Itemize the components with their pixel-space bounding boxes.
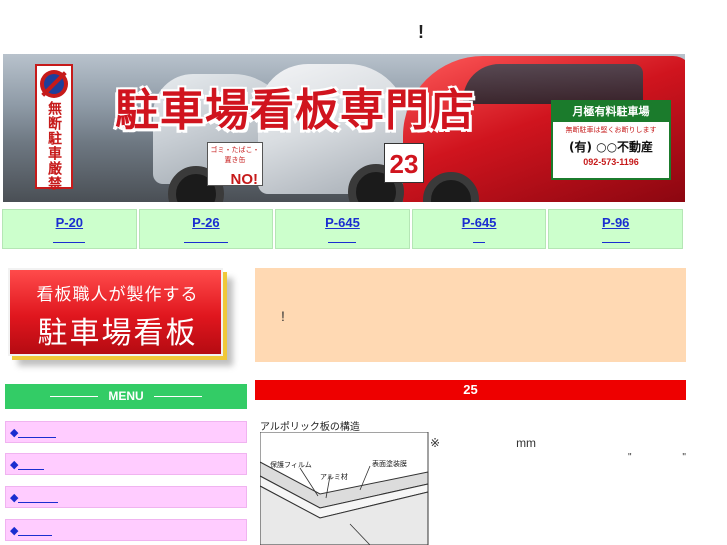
craftsman-banner-line1: 看板職人が製作する — [36, 285, 199, 305]
no-parking-icon — [40, 70, 68, 98]
no-littering-label: NO! — [230, 171, 259, 188]
monthly-parking-company: (有) ○○不動産 — [568, 140, 654, 154]
nav-link-underline — [183, 232, 228, 243]
nav-link-p96[interactable]: P-96 — [549, 215, 682, 230]
menu-link-2[interactable] — [18, 459, 45, 471]
craftsman-banner-card: 看板職人が製作する 駐車場看板 — [8, 268, 223, 356]
diagram-label-coating: 表面塗装膜 — [372, 460, 407, 468]
product-nav: P-20 P-26 P-645 P-645 P-96 — [2, 209, 683, 249]
no-littering-caption: ゴミ・たばこ・置き缶 — [210, 147, 260, 164]
diamond-bullet-icon: ◆ — [10, 525, 19, 537]
diagram-caption: アルポリック板の構造 — [260, 422, 360, 433]
menu-heading-label: MENU — [108, 389, 144, 403]
note-mark: ※ — [430, 436, 441, 450]
menu-heading: MENU — [5, 384, 247, 409]
diamond-bullet-icon: ◆ — [10, 427, 19, 439]
nav-link-underline — [473, 232, 486, 243]
no-parking-text: 無断駐車厳禁 — [46, 101, 62, 191]
header-banner: 無断駐車厳禁 駐車場看板専門店 23 月極有料駐車場 無断駐車は堅くお断りします… — [3, 54, 685, 202]
menu-item-4[interactable]: ◆ — [5, 519, 247, 541]
monthly-parking-sign: 月極有料駐車場 無断駐車は堅くお断りします (有) ○○不動産 092-573-… — [551, 100, 671, 180]
craftsman-banner[interactable]: 看板職人が製作する 駐車場看板 — [8, 268, 248, 372]
no-parking-sign: 無断駐車厳禁 — [35, 64, 73, 191]
nav-link-p645-a[interactable]: P-645 — [276, 215, 409, 230]
notice-text: ! — [281, 308, 285, 324]
space-number-sign: 23 — [384, 143, 424, 183]
menu-item-2[interactable]: ◆ — [5, 453, 247, 475]
nav-item-p96[interactable]: P-96 — [548, 209, 683, 249]
nav-link-underline — [53, 232, 86, 243]
page-title: ! — [418, 22, 424, 42]
menu-link-1[interactable] — [18, 427, 57, 439]
monthly-parking-phone: 092-573-1196 — [583, 157, 639, 167]
diagram-label-aluminum: アルミ材 — [320, 473, 348, 481]
panel-layers-illustration — [260, 432, 429, 545]
nav-link-underline — [328, 232, 357, 243]
menu-link-4[interactable] — [18, 525, 53, 537]
nav-link-underline — [601, 232, 630, 243]
note-quotes: " " — [628, 452, 710, 463]
nav-link-p645-b[interactable]: P-645 — [413, 215, 546, 230]
no-littering-sign: ゴミ・たばこ・置き缶 NO! — [207, 142, 263, 188]
note-unit: mm — [516, 436, 537, 450]
banner-title: 駐車場看板専門店 — [115, 85, 475, 136]
menu-heading-rule — [50, 396, 99, 398]
menu-item-3[interactable]: ◆ — [5, 486, 247, 508]
nav-item-p645-a[interactable]: P-645 — [275, 209, 410, 249]
menu-link-3[interactable] — [18, 492, 59, 504]
section-heading-bar: 25 — [255, 380, 686, 400]
diamond-bullet-icon: ◆ — [10, 459, 19, 471]
menu-item-1[interactable]: ◆ — [5, 421, 247, 443]
monthly-parking-subtext: 無断駐車は堅くお断りします — [565, 126, 657, 134]
craftsman-banner-line2: 駐車場看板 — [37, 316, 198, 351]
panel-structure-diagram: アルポリック板の構造 保護フィルム アルミ材 表面塗装膜 — [260, 418, 430, 545]
nav-item-p645-b[interactable]: P-645 — [411, 209, 547, 249]
notice-box: ! — [255, 268, 686, 362]
banner-car-window — [463, 64, 643, 104]
menu-heading-rule — [153, 396, 202, 398]
diamond-bullet-icon: ◆ — [10, 492, 19, 504]
monthly-parking-heading: 月極有料駐車場 — [553, 102, 669, 122]
nav-item-p20[interactable]: P-20 — [2, 209, 137, 249]
diagram-label-film: 保護フィルム — [270, 461, 312, 469]
nav-link-p26[interactable]: P-26 — [140, 215, 273, 230]
spec-note: ※ mm — [430, 436, 536, 450]
nav-item-p26[interactable]: P-26 — [138, 209, 274, 249]
nav-link-p20[interactable]: P-20 — [3, 215, 136, 230]
